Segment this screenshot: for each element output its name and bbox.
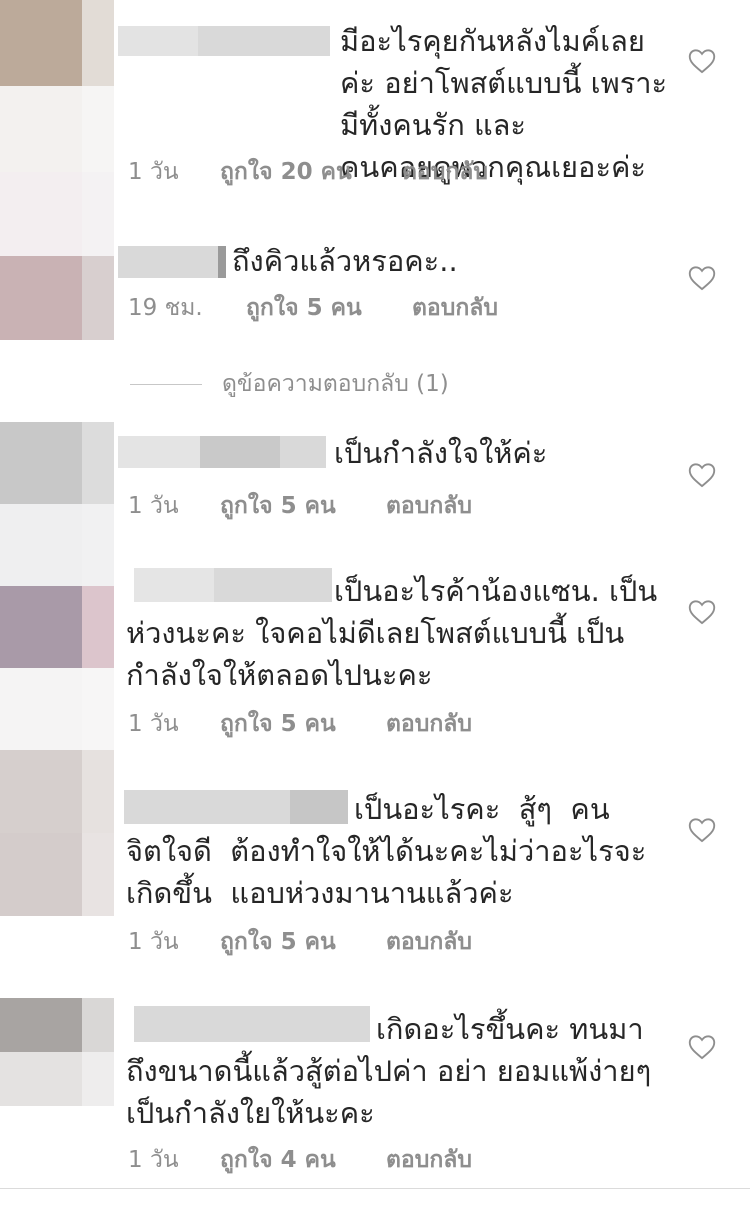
comment-text: เป็นอะไรคะ สู้ๆ คน จิตใจดี ต้องทำใจให้ได… xyxy=(126,792,647,910)
comment-likes[interactable]: ถูกใจ 20 คน xyxy=(220,154,402,190)
comment-likes[interactable]: ถูกใจ 5 คน xyxy=(246,290,412,326)
comment-text: เกิดอะไรขึ้นคะ ทนมา ถึงขนาดนี้แล้วสู้ต่อ… xyxy=(126,1012,652,1130)
heart-outline-icon[interactable] xyxy=(688,1034,716,1060)
avatar-blurred[interactable] xyxy=(0,750,114,916)
comment-likes[interactable]: ถูกใจ 5 คน xyxy=(220,924,386,960)
comment-meta: 19 ชม. ถูกใจ 5 คน ตอบกลับ xyxy=(128,290,498,326)
heart-outline-icon[interactable] xyxy=(688,48,716,74)
redacted-username xyxy=(218,246,226,278)
comment-likes[interactable]: ถูกใจ 5 คน xyxy=(220,488,386,524)
heart-outline-icon[interactable] xyxy=(688,462,716,488)
heart-outline-icon[interactable] xyxy=(688,265,716,291)
heart-outline-icon[interactable] xyxy=(688,817,716,843)
reply-button[interactable]: ตอบกลับ xyxy=(402,154,488,190)
comment-time: 1 วัน xyxy=(128,929,179,955)
reply-button[interactable]: ตอบกลับ xyxy=(386,1142,472,1178)
comment-text: เป็นกำลังใจให้ค่ะ xyxy=(334,436,548,470)
comment-text: ถึงคิวแล้วหรอคะ.. xyxy=(232,244,458,278)
heart-outline-icon[interactable] xyxy=(688,599,716,625)
avatar-blurred[interactable] xyxy=(0,422,114,586)
view-replies-link[interactable]: ดูข้อความตอบกลับ (1) xyxy=(130,366,449,402)
divider-line xyxy=(130,383,202,385)
reply-button[interactable]: ตอบกลับ xyxy=(386,924,472,960)
comment-likes[interactable]: ถูกใจ 4 คน xyxy=(220,1142,386,1178)
comment-meta: 1 วัน ถูกใจ 5 คน ตอบกลับ xyxy=(128,488,472,524)
comment-time: 1 วัน xyxy=(128,159,179,185)
comment-time: 19 ชม. xyxy=(128,295,203,321)
comment-meta: 1 วัน ถูกใจ 4 คน ตอบกลับ xyxy=(128,1142,472,1178)
redacted-username xyxy=(118,26,198,56)
reply-button[interactable]: ตอบกลับ xyxy=(386,706,472,742)
redacted-username xyxy=(198,26,330,56)
avatar-blurred[interactable] xyxy=(0,586,114,750)
redacted-username xyxy=(118,246,218,278)
comment-meta: 1 วัน ถูกใจ 5 คน ตอบกลับ xyxy=(128,706,472,742)
avatar-blurred[interactable] xyxy=(0,0,114,172)
comment-meta: 1 วัน ถูกใจ 5 คน ตอบกลับ xyxy=(128,924,472,960)
avatar-blurred[interactable] xyxy=(0,172,114,340)
bottom-divider xyxy=(0,1188,750,1189)
reply-button[interactable]: ตอบกลับ xyxy=(386,488,472,524)
avatar-blurred[interactable] xyxy=(0,998,114,1106)
redacted-username xyxy=(280,436,326,468)
comment-time: 1 วัน xyxy=(128,1147,179,1173)
comment-meta: 1 วัน ถูกใจ 20 คน ตอบกลับ xyxy=(128,154,488,190)
comment-text: เป็นอะไรค้าน้องแซน. เป็น ห่วงนะคะ ใจคอไม… xyxy=(126,574,658,692)
comment-likes[interactable]: ถูกใจ 5 คน xyxy=(220,706,386,742)
redacted-username xyxy=(200,436,280,468)
redacted-username xyxy=(118,436,200,468)
view-replies-label: ดูข้อความตอบกลับ (1) xyxy=(222,371,449,397)
comment-time: 1 วัน xyxy=(128,493,179,519)
comment-time: 1 วัน xyxy=(128,711,179,737)
reply-button[interactable]: ตอบกลับ xyxy=(412,290,498,326)
